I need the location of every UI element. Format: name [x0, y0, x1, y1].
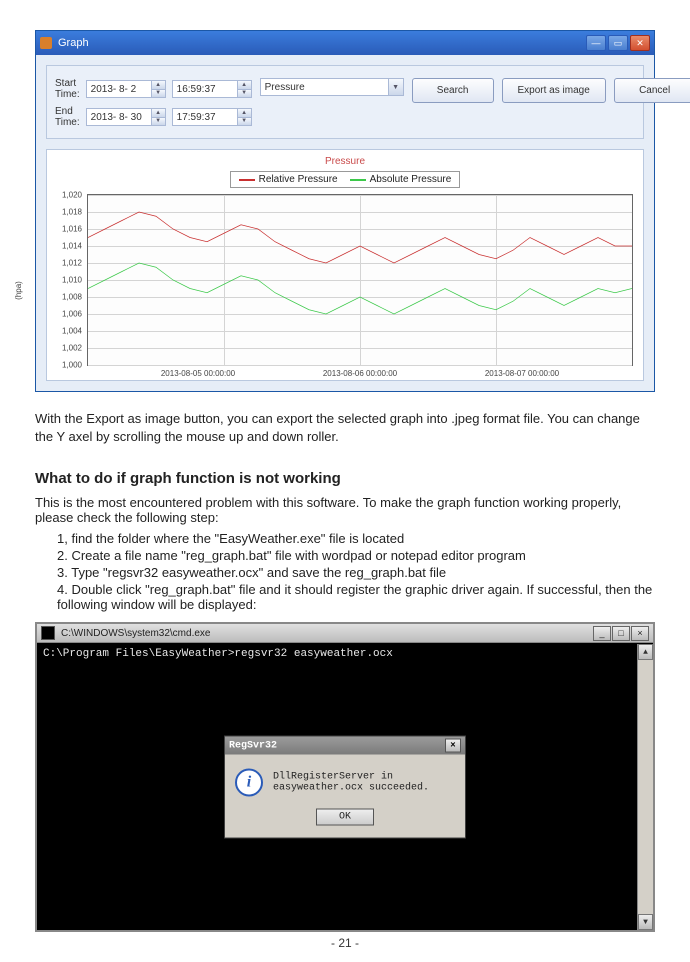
- dialog-close-button[interactable]: ×: [445, 739, 461, 753]
- y-tick-label: 1,010: [62, 276, 82, 285]
- close-button[interactable]: ✕: [630, 35, 650, 51]
- graph-window: Graph — ▭ ✕ Start Time: 2013- 8- 2 ▲▼ 16…: [35, 30, 655, 392]
- y-tick-label: 1,002: [62, 344, 82, 353]
- step-item: 4. Double click "reg_graph.bat" file and…: [57, 582, 655, 612]
- cmd-title: C:\WINDOWS\system32\cmd.exe: [61, 628, 210, 639]
- y-tick-label: 1,008: [62, 293, 82, 302]
- cmd-line: C:\Program Files\EasyWeather>regsvr32 ea…: [43, 648, 647, 660]
- cmd-icon: [41, 626, 55, 640]
- export-as-image-button[interactable]: Export as image: [502, 78, 606, 103]
- y-tick-label: 1,020: [62, 191, 82, 200]
- minimize-button[interactable]: —: [586, 35, 606, 51]
- cmd-titlebar: C:\WINDOWS\system32\cmd.exe _ □ ×: [37, 624, 653, 643]
- minimize-button[interactable]: _: [593, 626, 611, 641]
- cancel-button[interactable]: Cancel: [614, 78, 690, 103]
- regsvr32-dialog: RegSvr32 × i DllRegisterServer in easywe…: [224, 736, 466, 839]
- y-tick-label: 1,006: [62, 310, 82, 319]
- legend-swatch-icon: [239, 179, 255, 181]
- maximize-button[interactable]: □: [612, 626, 630, 641]
- step-item: 1, find the folder where the "EasyWeathe…: [57, 531, 655, 546]
- y-tick-label: 1,014: [62, 242, 82, 251]
- scroll-down-icon[interactable]: ▼: [638, 914, 653, 930]
- legend-swatch-icon: [350, 179, 366, 181]
- chevron-down-icon: ▼: [388, 79, 403, 95]
- y-tick-label: 1,000: [62, 361, 82, 370]
- y-tick-label: 1,004: [62, 327, 82, 336]
- ok-button[interactable]: OK: [316, 809, 374, 826]
- measure-dropdown[interactable]: Pressure ▼: [260, 78, 404, 96]
- end-date-input[interactable]: 2013- 8- 30 ▲▼: [86, 108, 166, 126]
- end-time-label: End Time:: [55, 106, 80, 128]
- vertical-scrollbar[interactable]: ▲ ▼: [637, 644, 653, 930]
- dialog-message: DllRegisterServer in easyweather.ocx suc…: [273, 772, 455, 794]
- x-tick-label: 2013-08-06 00:00:00: [323, 369, 397, 378]
- chart-legend: Relative Pressure Absolute Pressure: [230, 171, 461, 188]
- app-icon: [40, 37, 52, 49]
- y-tick-label: 1,016: [62, 225, 82, 234]
- info-icon: i: [235, 769, 263, 797]
- step-item: 2. Create a file name "reg_graph.bat" fi…: [57, 548, 655, 563]
- legend-item: Relative Pressure: [239, 174, 338, 185]
- steps-list: 1, find the folder where the "EasyWeathe…: [57, 531, 655, 612]
- page-number: - 21 -: [0, 936, 690, 950]
- body-paragraph: This is the most encountered problem wit…: [35, 495, 655, 525]
- chart-area: Pressure Relative Pressure Absolute Pres…: [46, 149, 644, 381]
- series-line: [88, 212, 632, 263]
- titlebar: Graph — ▭ ✕: [36, 31, 654, 55]
- maximize-button[interactable]: ▭: [608, 35, 628, 51]
- controls-panel: Start Time: 2013- 8- 2 ▲▼ 16:59:37 ▲▼ En…: [46, 65, 644, 139]
- x-axis-ticks: 2013-08-05 00:00:00 2013-08-06 00:00:00 20…: [87, 369, 633, 378]
- legend-item: Absolute Pressure: [350, 174, 452, 185]
- end-time-input[interactable]: 17:59:37 ▲▼: [172, 108, 252, 126]
- start-date-input[interactable]: 2013- 8- 2 ▲▼: [86, 80, 166, 98]
- close-button[interactable]: ×: [631, 626, 649, 641]
- chart-title: Pressure: [53, 156, 637, 167]
- plot-box[interactable]: 1,0001,0021,0041,0061,0081,0101,0121,014…: [87, 194, 633, 366]
- x-tick-label: 2013-08-07 00:00:00: [485, 369, 559, 378]
- cmd-window: C:\WINDOWS\system32\cmd.exe _ □ × C:\Pro…: [35, 622, 655, 932]
- window-title: Graph: [58, 37, 89, 49]
- cmd-body: C:\Program Files\EasyWeather>regsvr32 ea…: [37, 644, 653, 930]
- section-heading: What to do if graph function is not work…: [35, 470, 655, 487]
- search-button[interactable]: Search: [412, 78, 494, 103]
- series-line: [88, 263, 632, 314]
- step-item: 3. Type "regsvr32 easyweather.ocx" and s…: [57, 565, 655, 580]
- start-time-label: Start Time:: [55, 78, 80, 100]
- y-axis-label: (hpa): [14, 281, 23, 300]
- dialog-titlebar: RegSvr32 ×: [225, 737, 465, 755]
- scroll-up-icon[interactable]: ▲: [638, 644, 653, 660]
- body-paragraph: With the Export as image button, you can…: [35, 410, 655, 446]
- x-tick-label: 2013-08-05 00:00:00: [161, 369, 235, 378]
- start-time-input[interactable]: 16:59:37 ▲▼: [172, 80, 252, 98]
- y-tick-label: 1,018: [62, 208, 82, 217]
- y-tick-label: 1,012: [62, 259, 82, 268]
